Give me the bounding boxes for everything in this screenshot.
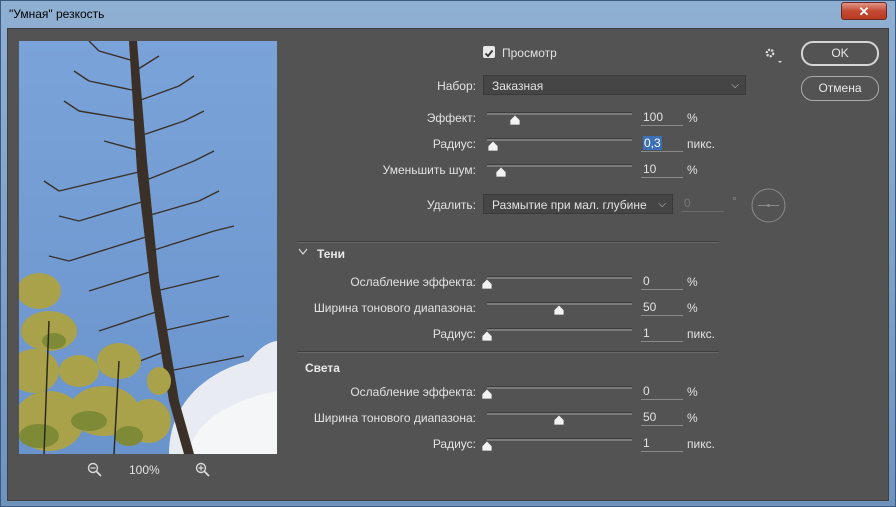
shadows-radius-input[interactable]: 1 bbox=[641, 325, 683, 342]
highlights-fade-slider-track[interactable] bbox=[487, 386, 632, 389]
shadows-fade-label: Ослабление эффекта: bbox=[350, 275, 476, 289]
shadows-radius-value: 1 bbox=[643, 326, 650, 340]
zoom-level: 100% bbox=[129, 463, 160, 477]
effect-unit: % bbox=[687, 111, 698, 125]
radius-label: Радиус: bbox=[432, 137, 476, 151]
cancel-button[interactable]: Отмена bbox=[801, 76, 879, 101]
highlights-fade-input[interactable]: 0 bbox=[641, 383, 683, 400]
noise-unit: % bbox=[687, 163, 698, 177]
highlights-section-title[interactable]: Света bbox=[305, 361, 340, 375]
shadows-fade-slider-track[interactable] bbox=[487, 276, 632, 279]
shadows-tonal-label: Ширина тонового диапазона: bbox=[313, 301, 476, 315]
chevron-down-icon[interactable] bbox=[298, 248, 308, 256]
title-bar[interactable]: "Умная" резкость ✕ bbox=[1, 1, 895, 28]
highlights-radius-label: Радиус: bbox=[432, 437, 476, 451]
angle-dial[interactable] bbox=[750, 187, 787, 224]
preset-dropdown[interactable]: Заказная ⌵ bbox=[483, 75, 746, 95]
shadows-tonal-input[interactable]: 50 bbox=[641, 299, 683, 316]
close-button[interactable]: ✕ bbox=[841, 2, 887, 20]
highlights-fade-unit: % bbox=[687, 385, 698, 399]
gear-icon[interactable] bbox=[763, 45, 783, 65]
highlights-radius-value: 1 bbox=[643, 436, 650, 450]
highlights-tonal-label: Ширина тонового диапазона: bbox=[313, 411, 476, 425]
preview-checkbox-label[interactable]: Просмотр bbox=[502, 46, 557, 60]
preset-value: Заказная bbox=[492, 79, 544, 93]
chevron-down-icon: ⌵ bbox=[658, 199, 666, 210]
shadows-fade-unit: % bbox=[687, 275, 698, 289]
remove-dropdown[interactable]: Размытие при мал. глубине ⌵ bbox=[483, 194, 673, 214]
highlights-fade-value: 0 bbox=[643, 384, 650, 398]
highlights-radius-input[interactable]: 1 bbox=[641, 435, 683, 452]
shadows-radius-label: Радиус: bbox=[432, 327, 476, 341]
noise-slider-track[interactable] bbox=[487, 164, 632, 167]
chevron-down-icon: ⌵ bbox=[731, 80, 739, 91]
angle-input[interactable]: 0 bbox=[682, 195, 724, 212]
shadows-fade-value: 0 bbox=[643, 274, 650, 288]
angle-unit: ° bbox=[732, 194, 737, 208]
noise-value: 10 bbox=[643, 162, 657, 176]
shadows-section-title[interactable]: Тени bbox=[317, 247, 345, 261]
radius-unit: пикс. bbox=[687, 137, 715, 151]
highlights-radius-unit: пикс. bbox=[687, 437, 715, 451]
shadows-tonal-value: 50 bbox=[643, 300, 657, 314]
shadows-radius-slider-track[interactable] bbox=[487, 328, 632, 331]
zoom-out-icon[interactable] bbox=[87, 462, 103, 478]
divider bbox=[297, 351, 719, 353]
effect-value: 100 bbox=[643, 110, 664, 124]
window-title: "Умная" резкость bbox=[9, 7, 105, 21]
highlights-radius-slider-track[interactable] bbox=[487, 438, 632, 441]
highlights-tonal-input[interactable]: 50 bbox=[641, 409, 683, 426]
remove-value: Размытие при мал. глубине bbox=[492, 198, 647, 212]
preview-image[interactable] bbox=[19, 41, 277, 454]
preview-checkbox[interactable] bbox=[483, 46, 495, 58]
zoom-in-icon[interactable] bbox=[195, 462, 211, 478]
noise-label: Уменьшить шум: bbox=[382, 163, 476, 177]
highlights-tonal-unit: % bbox=[687, 411, 698, 425]
radius-value: 0,3 bbox=[643, 136, 662, 150]
divider bbox=[297, 241, 719, 243]
shadows-tonal-unit: % bbox=[687, 301, 698, 315]
dialog-window: "Умная" резкость ✕ 100% Просмотр OK Отме… bbox=[0, 0, 896, 507]
effect-label: Эффект: bbox=[426, 111, 476, 125]
radius-input[interactable]: 0,3 bbox=[641, 135, 683, 152]
preset-label: Набор: bbox=[437, 79, 476, 93]
highlights-tonal-value: 50 bbox=[643, 410, 657, 424]
shadows-radius-unit: пикс. bbox=[687, 327, 715, 341]
highlights-fade-label: Ослабление эффекта: bbox=[350, 385, 476, 399]
shadows-fade-input[interactable]: 0 bbox=[641, 273, 683, 290]
ok-button[interactable]: OK bbox=[801, 41, 879, 66]
angle-value: 0 bbox=[684, 196, 691, 210]
effect-input[interactable]: 100 bbox=[641, 109, 683, 126]
noise-input[interactable]: 10 bbox=[641, 161, 683, 178]
radius-slider-track[interactable] bbox=[487, 138, 632, 141]
remove-label: Удалить: bbox=[426, 198, 476, 212]
